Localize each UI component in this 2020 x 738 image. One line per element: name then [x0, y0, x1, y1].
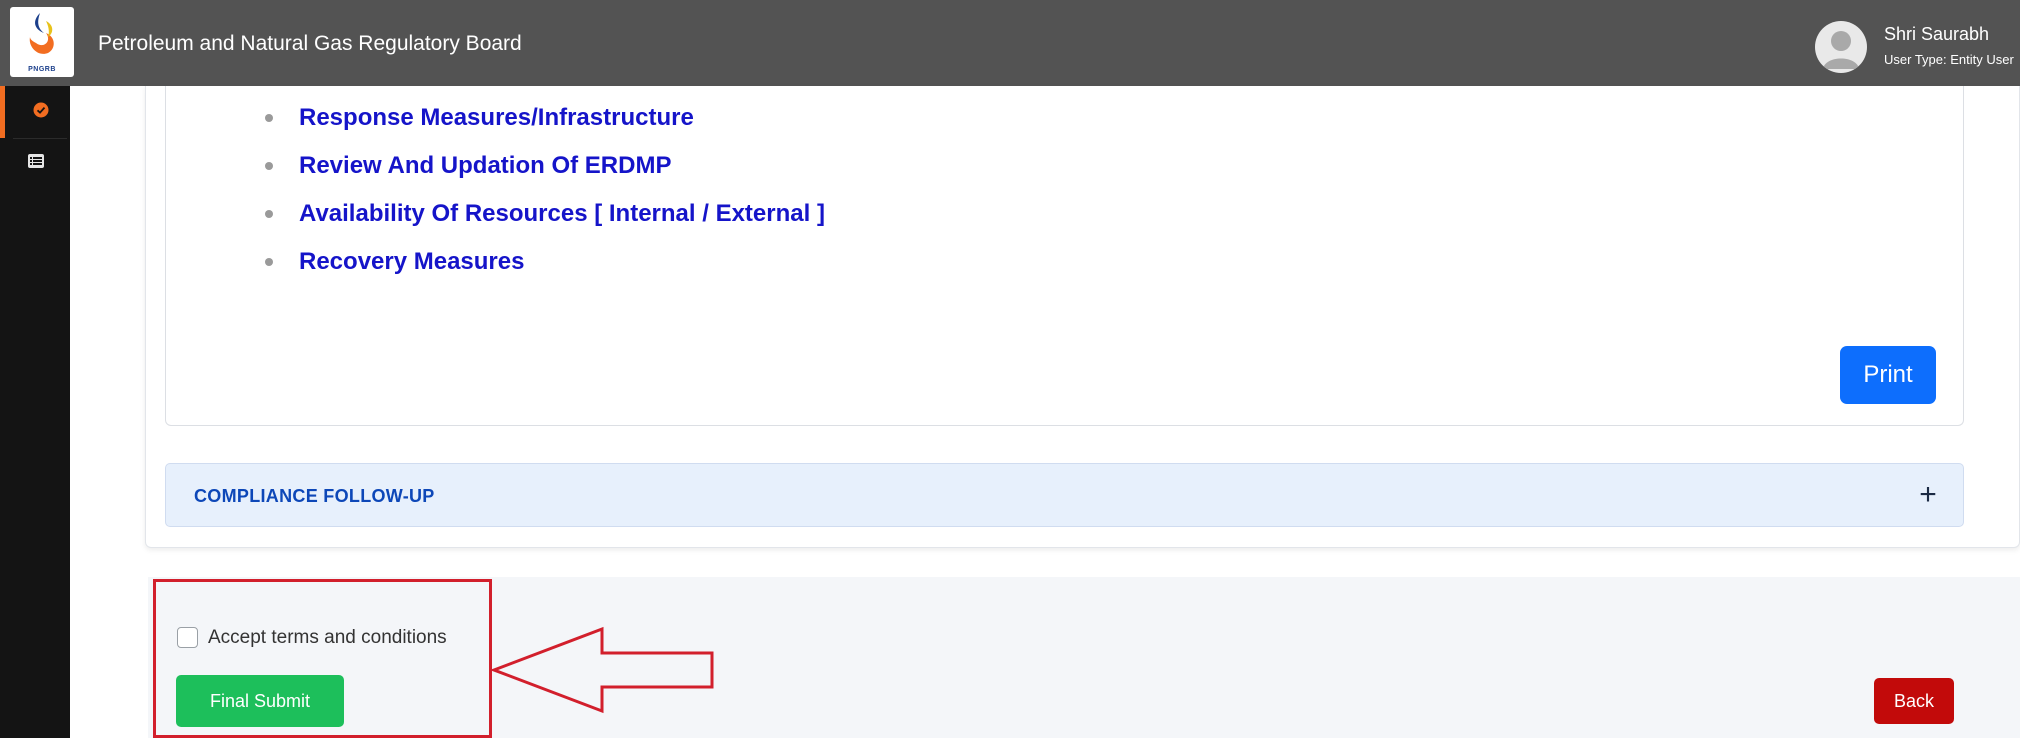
list-item[interactable]: Availability Of Resources [ Internal / E…	[265, 194, 825, 242]
compliance-follow-up-accordion[interactable]: COMPLIANCE FOLLOW-UP +	[165, 463, 1964, 527]
back-button[interactable]: Back	[1874, 678, 1954, 724]
final-submit-button[interactable]: Final Submit	[176, 675, 344, 727]
list-item[interactable]: Review And Updation Of ERDMP	[265, 146, 825, 194]
submit-panel	[148, 577, 2020, 738]
app-title: Petroleum and Natural Gas Regulatory Boa…	[98, 32, 522, 55]
accept-terms-checkbox[interactable]	[177, 627, 198, 648]
plus-icon[interactable]: +	[1906, 470, 1950, 520]
print-button[interactable]: Print	[1840, 346, 1936, 404]
user-avatar-icon[interactable]	[1815, 21, 1867, 73]
accordion-title: COMPLIANCE FOLLOW-UP	[194, 486, 435, 506]
sidebar-item-dashboard[interactable]	[0, 86, 70, 139]
sidebar	[0, 86, 70, 738]
top-header: PNGRB Petroleum and Natural Gas Regulato…	[0, 0, 2020, 86]
sidebar-item-list[interactable]	[0, 138, 70, 190]
list-item[interactable]: Response Measures/Infrastructure	[265, 98, 825, 146]
list-icon	[28, 154, 44, 168]
erdmp-section-list: Response Measures/Infrastructure Review …	[265, 98, 825, 290]
logo-text: PNGRB	[28, 66, 56, 73]
user-name: Shri Saurabh	[1884, 24, 1990, 44]
accept-terms-label[interactable]: Accept terms and conditions	[208, 627, 447, 649]
pngrb-logo[interactable]: PNGRB	[10, 7, 74, 77]
check-circle-icon	[33, 102, 49, 118]
user-type: User Type: Entity User	[1884, 52, 2014, 67]
list-item[interactable]: Recovery Measures	[265, 242, 825, 290]
